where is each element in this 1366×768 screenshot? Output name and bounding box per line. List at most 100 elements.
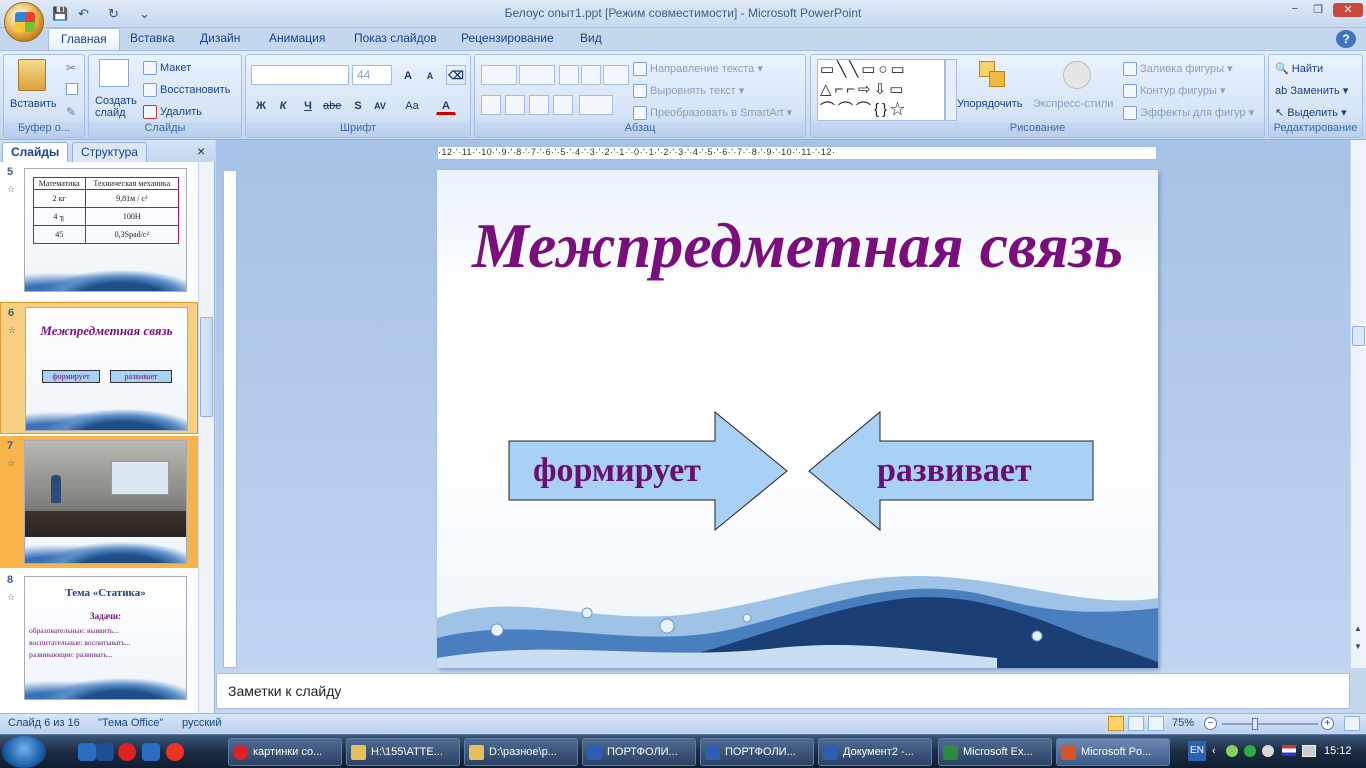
slideshow-icon[interactable] <box>1148 716 1164 731</box>
columns-icon[interactable] <box>579 95 613 115</box>
cut-icon[interactable]: ✂ <box>66 61 78 75</box>
reset-button[interactable]: Восстановить <box>143 83 230 98</box>
taskbar-item-excel[interactable]: Microsoft Ex... <box>938 738 1052 766</box>
help-button[interactable]: ? <box>1336 30 1356 48</box>
delete-slide-button[interactable]: Удалить <box>143 105 202 120</box>
smartart-button[interactable]: Преобразовать в SmartArt ▾ <box>633 106 792 121</box>
tab-review[interactable]: Рецензирование <box>449 28 566 50</box>
format-painter-icon[interactable]: ✎ <box>66 105 78 119</box>
change-case-button[interactable]: Aa <box>402 95 422 115</box>
shape-fill-button[interactable]: Заливка фигуры ▾ <box>1123 62 1233 77</box>
paste-button[interactable]: Вставить <box>10 97 57 111</box>
taskbar-item-powerpoint[interactable]: Microsoft Po... <box>1056 738 1170 766</box>
bullets-icon[interactable] <box>481 65 517 85</box>
customize-qat-icon[interactable]: ⌄ <box>136 5 153 22</box>
notes-field[interactable]: Заметки к слайду <box>216 673 1350 709</box>
maximize-button[interactable]: ❐ <box>1306 3 1330 17</box>
select-button[interactable]: ↖ Выделить ▾ <box>1275 106 1347 120</box>
clock[interactable]: 15:12 <box>1324 745 1352 757</box>
layout-button[interactable]: Макет <box>143 61 191 76</box>
shrink-font-button[interactable]: A <box>420 65 440 85</box>
office-button[interactable] <box>4 2 44 42</box>
minimize-button[interactable]: − <box>1283 3 1307 17</box>
slide-canvas[interactable]: Межпредметная связь формирует развивает <box>437 170 1158 668</box>
shape-effects-button[interactable]: Эффекты для фигур ▾ <box>1123 106 1254 121</box>
shadow-button[interactable]: S <box>348 95 368 115</box>
network-icon[interactable] <box>1302 745 1316 757</box>
close-panel-icon[interactable]: × <box>197 143 205 159</box>
normal-view-icon[interactable] <box>1108 716 1124 731</box>
slide-thumb-7[interactable]: 7 ☆ <box>0 436 198 568</box>
find-button[interactable]: 🔍 Найти <box>1275 62 1323 76</box>
taskbar-item-folder[interactable]: H:\155\АТТЕ... <box>346 738 460 766</box>
font-color-button[interactable]: A <box>436 95 456 115</box>
save-icon[interactable]: 💾 <box>52 5 69 22</box>
tray-icon[interactable] <box>1226 745 1238 757</box>
zoom-out-icon[interactable]: − <box>1204 717 1217 730</box>
justify-icon[interactable] <box>553 95 573 115</box>
tab-design[interactable]: Дизайн <box>188 28 252 50</box>
taskbar-item-folder[interactable]: D:\разное\р... <box>464 738 578 766</box>
scroll-thumb[interactable] <box>200 317 213 417</box>
underline-button[interactable]: Ч <box>298 95 318 115</box>
new-slide-icon[interactable] <box>99 59 129 87</box>
new-slide-button[interactable]: Создать слайд <box>95 95 139 119</box>
zoom-slider[interactable] <box>1222 723 1318 725</box>
quick-styles-icon[interactable] <box>1063 61 1091 89</box>
copy-icon[interactable] <box>66 83 78 95</box>
tab-home[interactable]: Главная <box>48 28 120 50</box>
bold-button[interactable]: Ж <box>251 95 271 115</box>
arrange-button[interactable]: Упорядочить <box>957 97 1022 111</box>
grow-font-button[interactable]: A <box>398 65 418 85</box>
taskbar-item-browser[interactable]: картинки со... <box>228 738 342 766</box>
zoom-slider-thumb[interactable] <box>1252 718 1258 730</box>
taskbar-item-word[interactable]: ПОРТФОЛИ... <box>582 738 696 766</box>
undo-icon[interactable]: ↶ <box>75 5 92 22</box>
slide-sorter-icon[interactable] <box>1128 716 1144 731</box>
font-name-field[interactable] <box>251 65 349 85</box>
close-button[interactable]: ✕ <box>1333 3 1363 17</box>
yandex-icon[interactable] <box>166 743 184 761</box>
paste-icon[interactable] <box>18 59 46 91</box>
tab-slides-panel[interactable]: Слайды <box>2 142 69 162</box>
taskbar-item-word[interactable]: Документ2 -... <box>818 738 932 766</box>
scroll-thumb[interactable] <box>1352 326 1365 346</box>
spacing-button[interactable]: AV <box>370 95 390 115</box>
replace-button[interactable]: ab Заменить ▾ <box>1275 84 1348 98</box>
arrow-text-left[interactable]: формирует <box>533 452 701 490</box>
start-button[interactable] <box>2 736 46 768</box>
font-size-field[interactable]: 44 <box>352 65 392 85</box>
increase-indent-icon[interactable] <box>581 65 601 85</box>
clear-format-icon[interactable]: ⌫ <box>446 65 466 85</box>
tray-arrow-icon[interactable]: ‹ <box>1212 745 1216 757</box>
tray-icon[interactable] <box>1244 745 1256 757</box>
tab-view[interactable]: Вид <box>568 28 614 50</box>
quicklaunch-icon[interactable] <box>96 743 114 761</box>
language-indicator[interactable]: EN <box>1188 741 1206 761</box>
zoom-level[interactable]: 75% <box>1172 717 1194 729</box>
taskbar-item-word[interactable]: ПОРТФОЛИ... <box>700 738 814 766</box>
line-spacing-icon[interactable] <box>603 65 629 85</box>
strikethrough-button[interactable]: abe <box>322 95 342 115</box>
numbering-icon[interactable] <box>519 65 555 85</box>
tab-outline-panel[interactable]: Структура <box>72 142 147 162</box>
tray-icon[interactable] <box>1262 745 1274 757</box>
arrow-text-right[interactable]: развивает <box>877 452 1032 490</box>
editor-scrollbar[interactable]: ▲ ▼ <box>1350 140 1366 668</box>
align-text-button[interactable]: Выровнять текст ▾ <box>633 84 744 99</box>
italic-button[interactable]: К <box>273 95 293 115</box>
tab-animation[interactable]: Анимация <box>257 28 337 50</box>
shapes-scroll[interactable] <box>945 59 957 121</box>
opera-icon[interactable] <box>118 743 136 761</box>
decrease-indent-icon[interactable] <box>559 65 579 85</box>
slide-thumb-5[interactable]: 5 ☆ Математика Техническая механика 2 кг 9… <box>0 162 198 300</box>
align-left-icon[interactable] <box>481 95 501 115</box>
prev-slide-icon[interactable]: ▲ <box>1354 624 1362 633</box>
thumbnails-scrollbar[interactable] <box>198 162 214 713</box>
align-right-icon[interactable] <box>529 95 549 115</box>
fit-slide-icon[interactable] <box>1344 716 1360 731</box>
quicklaunch-icon[interactable] <box>142 743 160 761</box>
text-direction-button[interactable]: Направление текста ▾ <box>633 62 763 77</box>
next-slide-icon[interactable]: ▼ <box>1354 642 1362 651</box>
tab-slideshow[interactable]: Показ слайдов <box>342 28 449 50</box>
